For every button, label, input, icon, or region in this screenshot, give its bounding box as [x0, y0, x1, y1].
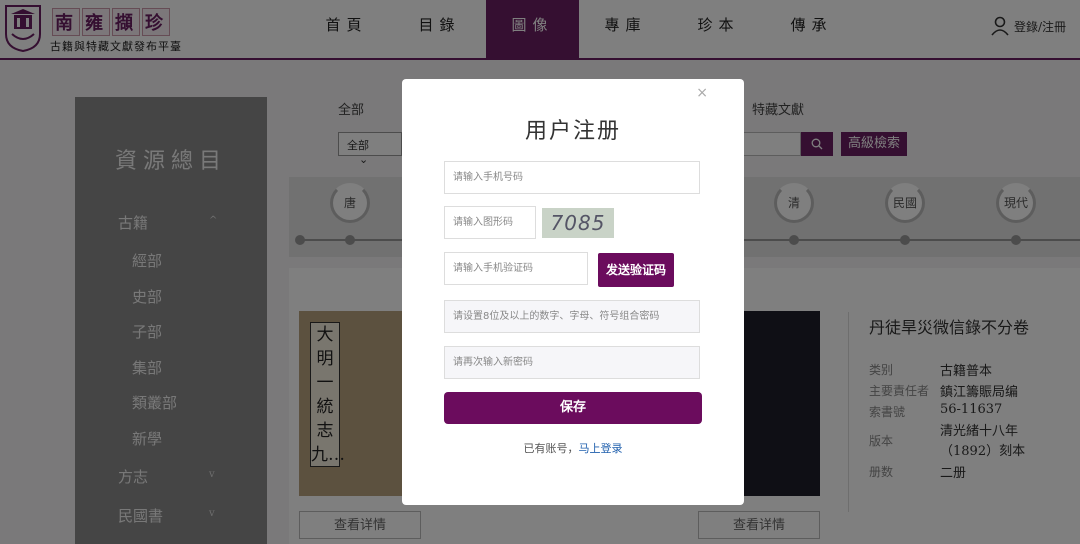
phone-input[interactable]: 请输入手机号码	[444, 161, 700, 194]
send-code-button[interactable]: 发送验证码	[598, 253, 674, 287]
sms-code-input[interactable]: 请输入手机验证码	[444, 252, 588, 285]
save-button[interactable]: 保存	[444, 392, 702, 424]
register-modal: × 用户注册 请输入手机号码 请输入图形码 7085 请输入手机验证码 发送验证…	[402, 79, 744, 505]
modal-title: 用户注册	[524, 119, 621, 144]
login-link[interactable]: 马上登录	[579, 442, 623, 455]
confirm-password-input[interactable]: 请再次输入新密码	[444, 346, 700, 379]
password-input[interactable]: 请设置8位及以上的数字、字母、符号组合密码	[444, 300, 700, 333]
close-icon[interactable]: ×	[696, 85, 708, 101]
login-prompt: 已有账号，马上登录	[523, 442, 623, 455]
captcha-image[interactable]: 7085	[542, 208, 614, 238]
captcha-input[interactable]: 请输入图形码	[444, 206, 536, 239]
